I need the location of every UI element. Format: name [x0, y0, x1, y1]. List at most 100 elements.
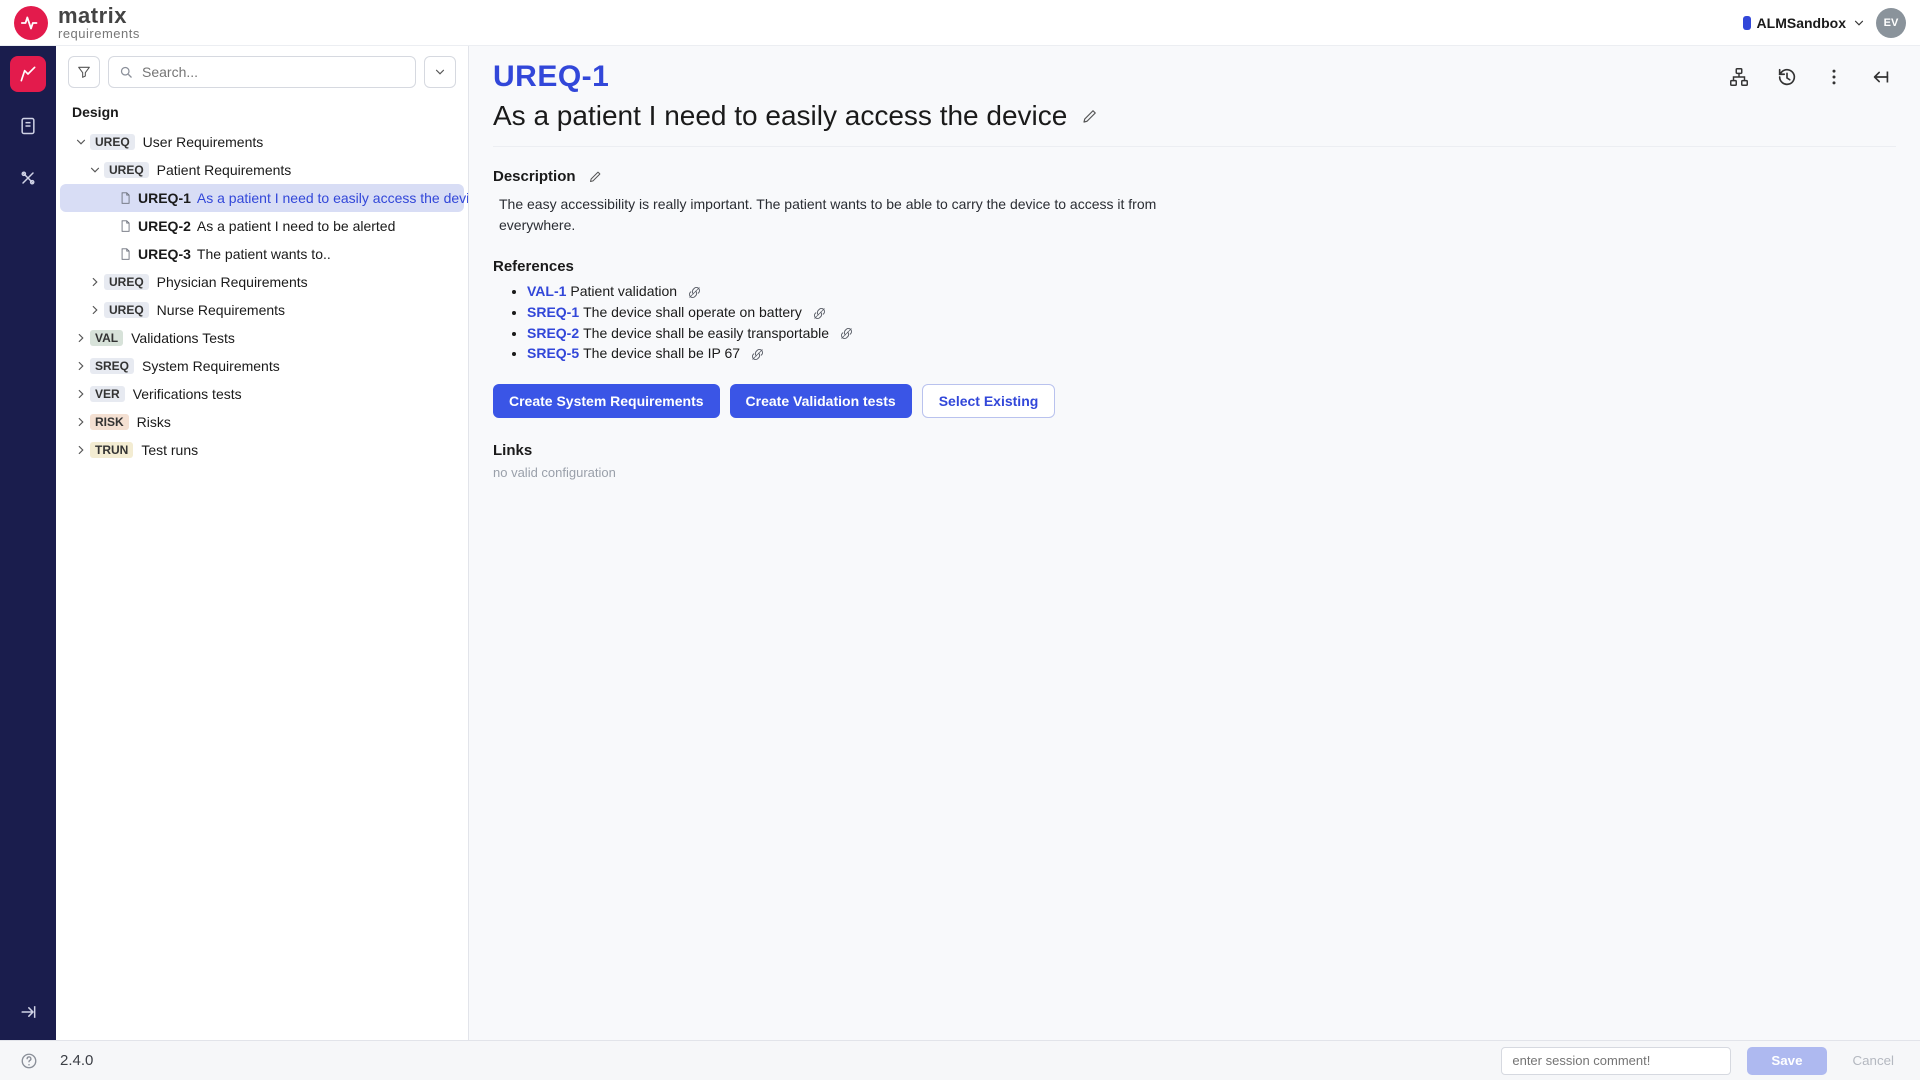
tree-search-bar	[56, 46, 468, 96]
tree-folder[interactable]: VERVerifications tests	[60, 380, 464, 408]
tree-item-label: As a patient I need to easily access the…	[197, 190, 468, 206]
project-switcher[interactable]: ALMSandbox	[1743, 15, 1866, 31]
history-icon[interactable]	[1772, 62, 1802, 92]
search-box[interactable]	[108, 56, 416, 88]
chevron-right-icon[interactable]	[72, 329, 90, 347]
more-icon[interactable]	[1820, 63, 1848, 91]
chevron-down-icon[interactable]	[72, 133, 90, 151]
create-system-requirements-button[interactable]: Create System Requirements	[493, 384, 720, 418]
reference-item: SREQ-5The device shall be IP 67	[527, 343, 1896, 364]
chevron-right-icon[interactable]	[72, 441, 90, 459]
tree-folder[interactable]: UREQ Physician Requirements	[60, 268, 464, 296]
tree-item[interactable]: UREQ-3 The patient wants to..	[60, 240, 464, 268]
hierarchy-icon[interactable]	[1724, 62, 1754, 92]
item-code: UREQ-1	[493, 60, 609, 94]
project-name: ALMSandbox	[1757, 15, 1846, 31]
save-button[interactable]: Save	[1747, 1047, 1826, 1075]
rail-collapse[interactable]	[10, 994, 46, 1030]
search-dropdown-button[interactable]	[424, 56, 456, 88]
item-title-row: As a patient I need to easily access the…	[493, 94, 1896, 142]
reference-text: The device shall be IP 67	[583, 345, 740, 361]
edit-title-icon[interactable]	[1077, 103, 1103, 129]
reference-text: The device shall operate on battery	[583, 304, 802, 320]
tree-folder[interactable]: UREQNurse Requirements	[60, 296, 464, 324]
chevron-right-icon[interactable]	[72, 413, 90, 431]
reference-item: SREQ-2The device shall be easily transpo…	[527, 323, 1896, 344]
rail-docs[interactable]	[10, 108, 46, 144]
chevron-down-icon[interactable]	[86, 161, 104, 179]
unlink-icon[interactable]	[687, 285, 702, 300]
chevron-right-icon[interactable]	[86, 301, 104, 319]
reference-link[interactable]: SREQ-1	[527, 304, 579, 320]
links-empty-text: no valid configuration	[493, 465, 1896, 480]
tree-label: Validations Tests	[131, 330, 235, 346]
tree-folder[interactable]: UREQ User Requirements	[60, 128, 464, 156]
filter-icon	[76, 64, 92, 80]
tree-label: Physician Requirements	[157, 274, 308, 290]
chevron-right-icon[interactable]	[72, 357, 90, 375]
unlink-icon[interactable]	[812, 306, 827, 321]
topbar: matrix requirements ALMSandbox EV	[0, 0, 1920, 46]
document-icon	[118, 191, 132, 205]
project-color-dot	[1743, 16, 1751, 30]
select-existing-button[interactable]: Select Existing	[922, 384, 1056, 418]
tree-badge: VER	[90, 386, 125, 402]
tree-item-label: The patient wants to..	[197, 246, 331, 262]
left-rail	[0, 46, 56, 1040]
rail-design[interactable]	[10, 56, 46, 92]
filter-button[interactable]	[68, 56, 100, 88]
brand-text: matrix requirements	[58, 5, 140, 40]
tree-badge: TRUN	[90, 442, 133, 458]
edit-description-icon[interactable]	[584, 165, 607, 188]
references-list: VAL-1Patient validationSREQ-1The device …	[493, 281, 1896, 364]
unlink-icon[interactable]	[750, 347, 765, 362]
avatar[interactable]: EV	[1876, 8, 1906, 38]
topbar-right: ALMSandbox EV	[1743, 8, 1906, 38]
rail-tools[interactable]	[10, 160, 46, 196]
tree-folder[interactable]: RISKRisks	[60, 408, 464, 436]
footer: 2.4.0 Save Cancel	[0, 1040, 1920, 1080]
references-heading: References	[493, 258, 1896, 275]
tree-label: User Requirements	[143, 134, 264, 150]
help-icon[interactable]	[16, 1048, 42, 1074]
tree-label: Risks	[137, 414, 171, 430]
reference-link[interactable]: SREQ-2	[527, 325, 579, 341]
tree-item-id: UREQ-3	[138, 246, 191, 262]
tree-badge: UREQ	[104, 274, 149, 290]
chevron-right-icon[interactable]	[72, 385, 90, 403]
main: Design UREQUser RequirementsUREQPatient …	[0, 46, 1920, 1040]
unlink-icon[interactable]	[839, 326, 854, 341]
tree: UREQ User Requirements UREQPatient Require…	[56, 128, 468, 476]
tree-folder[interactable]: UREQPatient Requirements	[60, 156, 464, 184]
chevron-right-icon[interactable]	[86, 273, 104, 291]
description-heading: Description	[493, 168, 576, 185]
chevron-down-icon	[433, 65, 447, 79]
tree-item[interactable]: UREQ-2As a patient I need to be alerted	[60, 212, 464, 240]
reference-actions: Create System Requirements Create Valida…	[493, 384, 1896, 418]
reference-text: The device shall be easily transportable	[583, 325, 829, 341]
tree-folder[interactable]: VALValidations Tests	[60, 324, 464, 352]
document-icon	[118, 219, 132, 233]
reference-item: SREQ-1The device shall operate on batter…	[527, 302, 1896, 323]
tree-item[interactable]: UREQ-1As a patient I need to easily acce…	[60, 184, 464, 212]
reference-link[interactable]: VAL-1	[527, 283, 566, 299]
tree-item-id: UREQ-1	[138, 190, 191, 206]
brand-line2: requirements	[58, 27, 140, 40]
back-icon[interactable]	[1866, 62, 1896, 92]
create-validation-tests-button[interactable]: Create Validation tests	[730, 384, 912, 418]
version-text: 2.4.0	[60, 1052, 93, 1069]
links-section: Links no valid configuration	[493, 442, 1896, 480]
brand-line1: matrix	[58, 5, 140, 27]
tree-folder[interactable]: SREQSystem Requirements	[60, 352, 464, 380]
session-comment-input[interactable]	[1501, 1047, 1731, 1075]
tree-badge: UREQ	[104, 302, 149, 318]
cancel-button[interactable]: Cancel	[1843, 1053, 1905, 1068]
tree-label: Test runs	[141, 442, 198, 458]
tree-folder[interactable]: TRUN Test runs	[60, 436, 464, 464]
search-input[interactable]	[142, 64, 405, 80]
tree-badge: UREQ	[90, 134, 135, 150]
reference-link[interactable]: SREQ-5	[527, 345, 579, 361]
tree-panel: Design UREQUser RequirementsUREQPatient …	[56, 46, 469, 1040]
brand: matrix requirements	[14, 5, 140, 40]
document-icon	[118, 247, 132, 261]
